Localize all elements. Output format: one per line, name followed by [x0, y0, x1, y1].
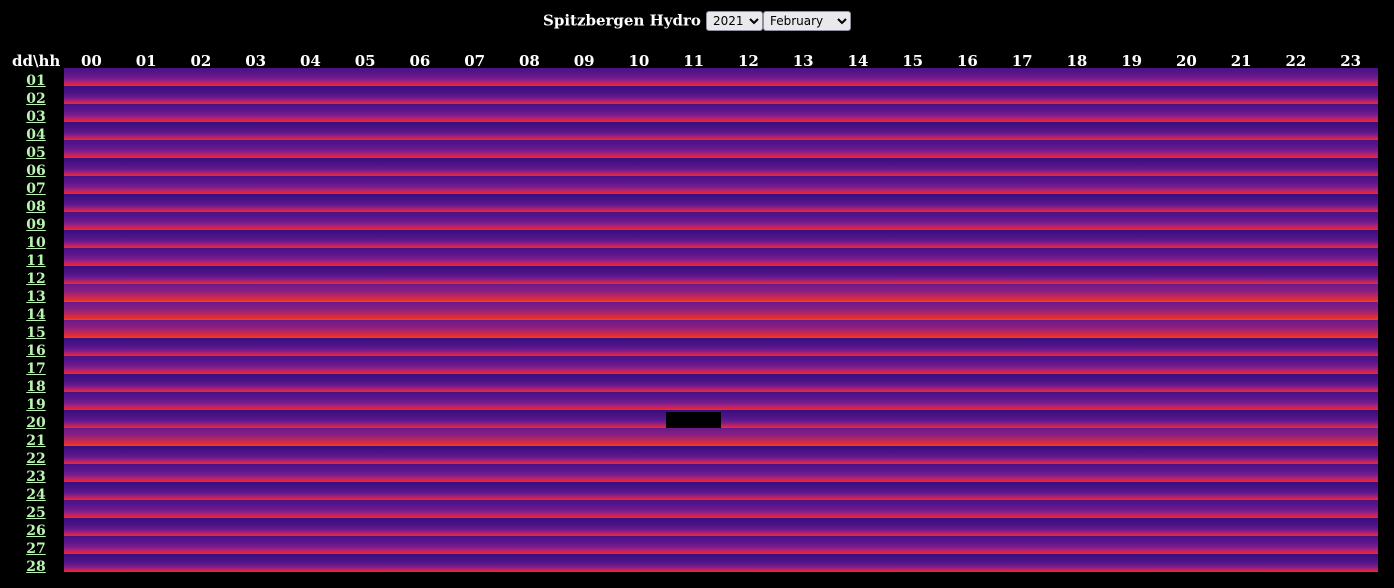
- day-link[interactable]: 22: [0, 446, 72, 467]
- spectrogram-row[interactable]: [64, 464, 1378, 482]
- spectrogram-row[interactable]: [64, 536, 1378, 554]
- spectrogram-row[interactable]: [64, 176, 1378, 194]
- day-link[interactable]: 24: [0, 482, 72, 503]
- spectrogram-row[interactable]: [64, 284, 1378, 302]
- spectrogram-grid: [64, 68, 1378, 572]
- day-links: 01 02 03 04 05 06 07 08 09 10 11 12 13 14 15 16 17 18 19 20…: [0, 68, 64, 575]
- day-link[interactable]: 19: [0, 392, 72, 413]
- page-title: Spitzbergen Hydro: [543, 11, 701, 30]
- day-link[interactable]: 10: [0, 230, 72, 251]
- day-link[interactable]: 23: [0, 464, 72, 485]
- spectrogram-row[interactable]: [64, 266, 1378, 284]
- day-link[interactable]: 20: [0, 410, 72, 431]
- spectrogram-row[interactable]: [64, 122, 1378, 140]
- day-link[interactable]: 26: [0, 518, 72, 539]
- spectrogram-row[interactable]: [64, 68, 1378, 86]
- spectrogram-row[interactable]: [64, 374, 1378, 392]
- spectrogram-row[interactable]: [64, 320, 1378, 338]
- day-link[interactable]: 12: [0, 266, 72, 287]
- day-link[interactable]: 01: [0, 68, 72, 89]
- month-select[interactable]: February: [762, 10, 851, 31]
- spectrogram-row[interactable]: [64, 194, 1378, 212]
- day-link[interactable]: 06: [0, 158, 72, 179]
- day-link[interactable]: 25: [0, 500, 72, 521]
- spectrogram-row[interactable]: [64, 212, 1378, 230]
- spectrogram-row[interactable]: [64, 104, 1378, 122]
- spectrogram-row[interactable]: [64, 302, 1378, 320]
- spectrogram-row[interactable]: [64, 554, 1378, 572]
- day-link[interactable]: 02: [0, 86, 72, 107]
- spectrogram-row[interactable]: [64, 248, 1378, 266]
- header: Spitzbergen Hydro 2021 February: [0, 10, 1394, 32]
- spectrogram-row[interactable]: [64, 230, 1378, 248]
- spectrogram-row[interactable]: [64, 446, 1378, 464]
- day-link[interactable]: 09: [0, 212, 72, 233]
- day-link[interactable]: 16: [0, 338, 72, 359]
- day-link[interactable]: 13: [0, 284, 72, 305]
- missing-data-gap: [666, 412, 721, 428]
- spectrogram-row[interactable]: [64, 482, 1378, 500]
- spectrogram-row[interactable]: [64, 410, 1378, 428]
- spectrogram-row[interactable]: [64, 338, 1378, 356]
- day-link[interactable]: 07: [0, 176, 72, 197]
- day-link[interactable]: 11: [0, 248, 72, 269]
- spectrogram-row[interactable]: [64, 518, 1378, 536]
- day-link[interactable]: 28: [0, 554, 72, 575]
- day-link[interactable]: 21: [0, 428, 72, 449]
- day-link[interactable]: 03: [0, 104, 72, 125]
- spectrogram-row[interactable]: [64, 428, 1378, 446]
- spectrogram-row[interactable]: [64, 86, 1378, 104]
- spectrogram-row[interactable]: [64, 392, 1378, 410]
- spectrogram-row[interactable]: [64, 500, 1378, 518]
- day-link[interactable]: 04: [0, 122, 72, 143]
- day-link[interactable]: 17: [0, 356, 72, 377]
- year-select[interactable]: 2021: [705, 10, 763, 31]
- day-link[interactable]: 14: [0, 302, 72, 323]
- day-link[interactable]: 27: [0, 536, 72, 557]
- day-link[interactable]: 18: [0, 374, 72, 395]
- spectrogram-row[interactable]: [64, 356, 1378, 374]
- day-link[interactable]: 08: [0, 194, 72, 215]
- day-link[interactable]: 05: [0, 140, 72, 161]
- day-link[interactable]: 15: [0, 320, 72, 341]
- spectrogram-row[interactable]: [64, 140, 1378, 158]
- spectrogram-row[interactable]: [64, 158, 1378, 176]
